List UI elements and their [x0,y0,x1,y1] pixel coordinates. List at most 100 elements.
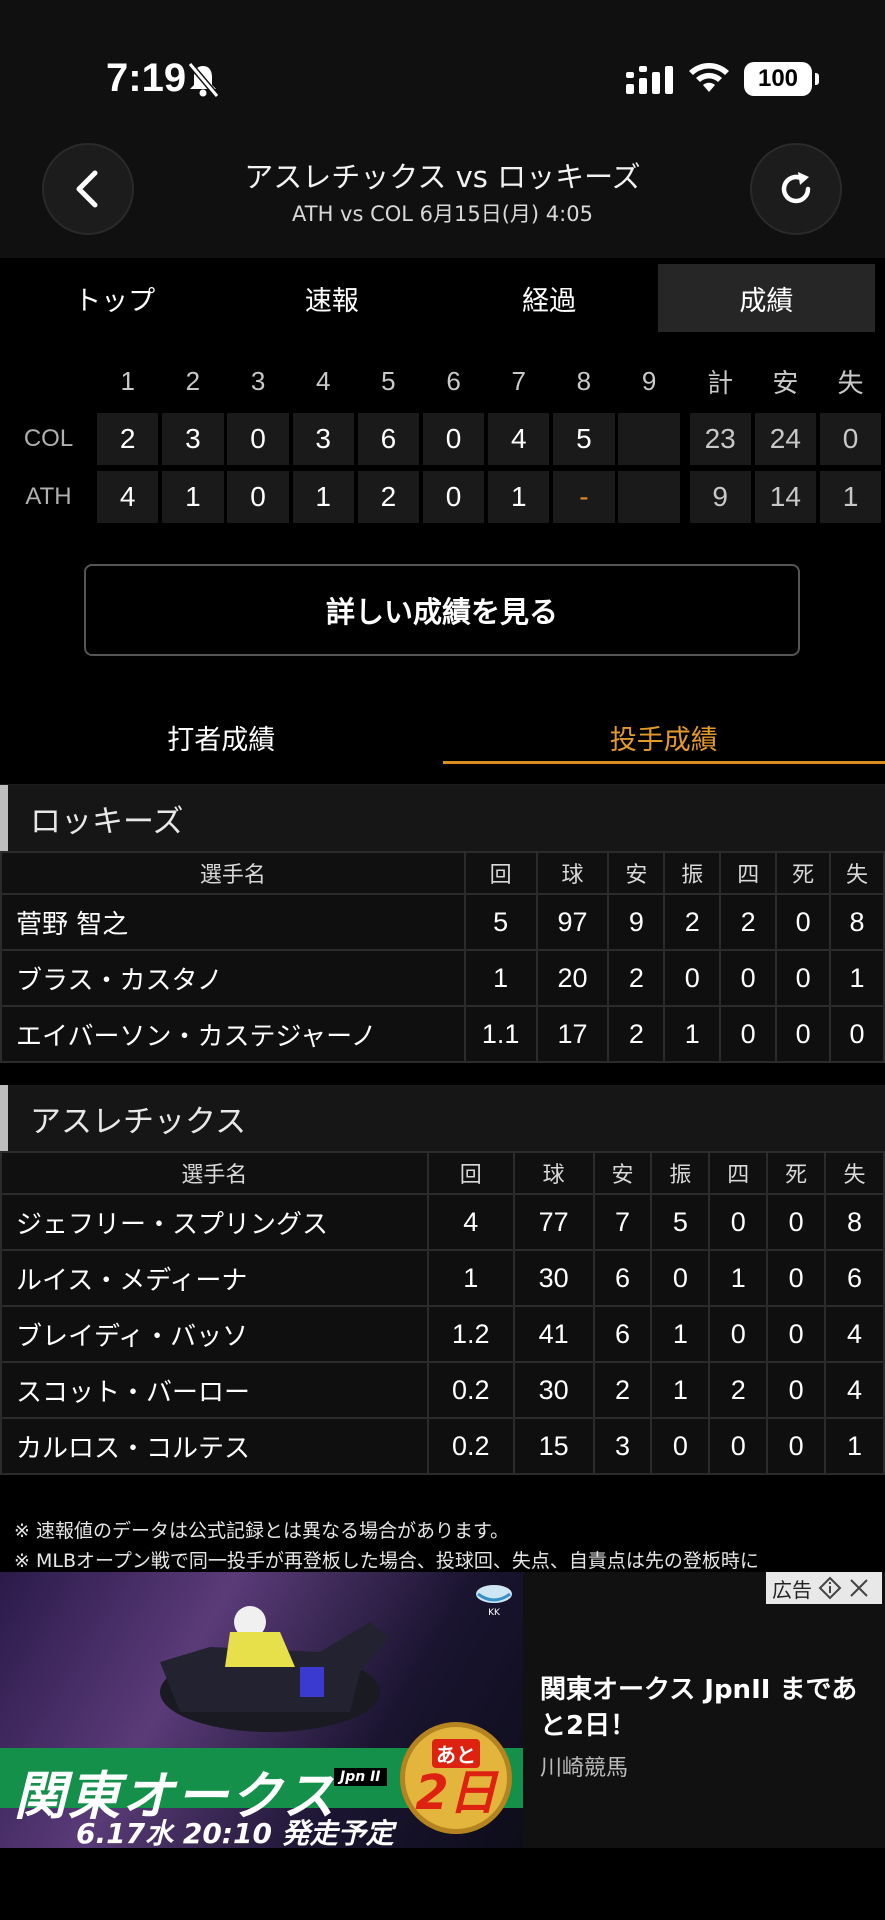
tab-live[interactable]: 速報 [223,264,440,332]
total-hits: 14 [754,471,817,523]
stat-cell: 1.2 [426,1305,515,1363]
total-errors-header: 失 [837,367,864,398]
racehorse-illustration [160,1606,390,1732]
stat-cell: 4 [824,1361,885,1419]
inning-header: 4 [315,365,331,396]
stat-cell: 0 [766,1249,827,1307]
player-name[interactable]: ブレイディ・バッソ [0,1305,429,1363]
stat-cell: 7 [592,1193,653,1251]
stat-cell: 0 [775,949,832,1007]
stat-cell: 77 [512,1193,595,1251]
stat-cell: 0 [766,1305,827,1363]
inning-header: 1 [120,365,135,396]
table-row[interactable]: カルロス・コルテス 0.2 15 3 0 0 0 1 [0,1417,885,1475]
line-score: 1 2 3 4 5 6 7 8 9 計 安 失 COL 2 3 0 3 6 0 … [0,352,885,526]
inning-header: 2 [185,365,201,396]
stat-cell: 0 [708,1193,769,1251]
player-name[interactable]: 菅野 智之 [0,893,466,951]
team-abbr: COL [23,425,74,452]
stat-cell: 30 [512,1361,595,1419]
inning-header: 6 [446,365,461,396]
player-name[interactable]: ブラス・カスタノ [0,949,466,1007]
table-row[interactable]: ブラス・カスタノ 1 20 2 0 0 0 1 [0,949,885,1007]
stat-cell: 6 [592,1249,653,1307]
status-time: 7:19 [106,56,187,100]
stat-cell: 1 [824,1417,885,1475]
inning-header: 8 [576,365,592,396]
stat-cell: 1 [663,1005,722,1063]
ad-source: 川崎競馬 [540,1756,629,1781]
tab-stats[interactable]: 成績 [657,264,875,332]
stat-cell: 5 [463,893,538,951]
ad-label[interactable]: 広告 [766,1572,882,1604]
refresh-button[interactable] [750,143,842,235]
inning-score: 0 [227,471,289,523]
column-header: 振 [650,1151,711,1195]
stat-cell: 6 [824,1249,885,1307]
inning-score: 0 [227,413,289,465]
player-name[interactable]: スコット・バーロー [0,1361,429,1419]
column-header: 安 [592,1151,653,1195]
stat-cell: 5 [650,1193,711,1251]
inning-score: 0 [422,413,485,465]
inning-score: 4 [488,413,550,465]
close-icon[interactable] [848,1577,870,1599]
inning-score: 6 [357,413,420,465]
detailed-stats-button[interactable]: 詳しい成績を見る [84,564,800,656]
table-row[interactable]: ブレイディ・バッソ 1.2 41 6 1 0 0 4 [0,1305,885,1363]
table-row[interactable]: ルイス・メディーナ 1 30 6 0 1 0 6 [0,1249,885,1307]
table-row[interactable]: エイバーソン・カステジャーノ 1.1 17 2 1 0 0 0 [0,1005,885,1063]
table-row[interactable]: 菅野 智之 5 97 9 2 2 0 8 [0,893,885,951]
countdown-prefix: あと [432,1738,480,1768]
ad-info-icon[interactable] [818,1576,842,1600]
stat-cell: 1 [650,1361,711,1419]
column-header: 回 [426,1151,515,1195]
stat-cell: 0 [708,1417,769,1475]
line-score-row-col: COL 2 3 0 3 6 0 4 5 23 24 0 [0,410,885,468]
note-line: ※ MLBオープン戦で同一投手が再登板した場合、投球回、失点、自責点は先の登板時… [14,1550,759,1572]
total-runs: 9 [689,471,751,523]
inning-score: 1 [488,471,550,523]
ad-headline[interactable]: 関東オークス JpnII まであと2日！ [540,1672,880,1744]
inning-score: 2 [357,471,420,523]
total-runs: 23 [689,413,751,465]
ad-image[interactable]: KK 関東オークス Jpn II 6.17水 20:10 発走予定 あと 2日 [0,1572,523,1848]
stat-cell: 0 [766,1417,827,1475]
inning-score: 3 [292,413,354,465]
tab-top[interactable]: トップ [6,264,223,332]
column-header: 四 [719,851,778,895]
stat-cell: 2 [663,893,722,951]
stat-cell: 1 [650,1305,711,1363]
line-score-header: 1 2 3 4 5 6 7 8 9 計 安 失 [0,352,885,410]
svg-text:KK: KK [488,1608,501,1618]
team-header-athletics: アスレチックス [0,1085,885,1151]
total-errors: 0 [819,413,882,465]
column-header: 選手名 [0,1151,429,1195]
column-header: 回 [463,851,538,895]
stat-cell: 2 [607,949,666,1007]
player-name[interactable]: ジェフリー・スプリングス [0,1193,429,1251]
pitching-table-rockies: 選手名 回 球 安 振 四 死 失 菅野 智之 5 97 9 2 2 0 8 ブ… [0,851,885,1063]
table-row[interactable]: ジェフリー・スプリングス 4 77 7 5 0 0 8 [0,1193,885,1251]
table-row[interactable]: スコット・バーロー 0.2 30 2 1 2 0 4 [0,1361,885,1419]
ad-banner[interactable]: KK 関東オークス Jpn II 6.17水 20:10 発走予定 あと 2日 … [0,1572,885,1848]
player-name[interactable]: カルロス・コルテス [0,1417,429,1475]
stat-cell: 0 [775,893,832,951]
player-name[interactable]: ルイス・メディーナ [0,1249,429,1307]
table-header-row: 選手名 回 球 安 振 四 死 失 [0,1151,885,1195]
stat-cell: 1 [829,949,885,1007]
stat-cell: 8 [824,1193,885,1251]
tab-batting-stats[interactable]: 打者成績 [0,700,443,764]
stat-cell: 0.2 [426,1417,515,1475]
battery-indicator: 100 [744,62,819,96]
inning-score [618,471,680,523]
stat-cell: 0 [650,1249,711,1307]
player-name[interactable]: エイバーソン・カステジャーノ [0,1005,466,1063]
stat-cell: 1 [426,1249,515,1307]
stat-cell: 9 [607,893,666,951]
ad-grade-label: Jpn II [334,1768,387,1786]
tab-progress[interactable]: 経過 [441,264,658,332]
tab-pitching-stats[interactable]: 投手成績 [442,700,885,764]
stat-cell: 15 [512,1417,595,1475]
stat-cell: 2 [592,1361,653,1419]
